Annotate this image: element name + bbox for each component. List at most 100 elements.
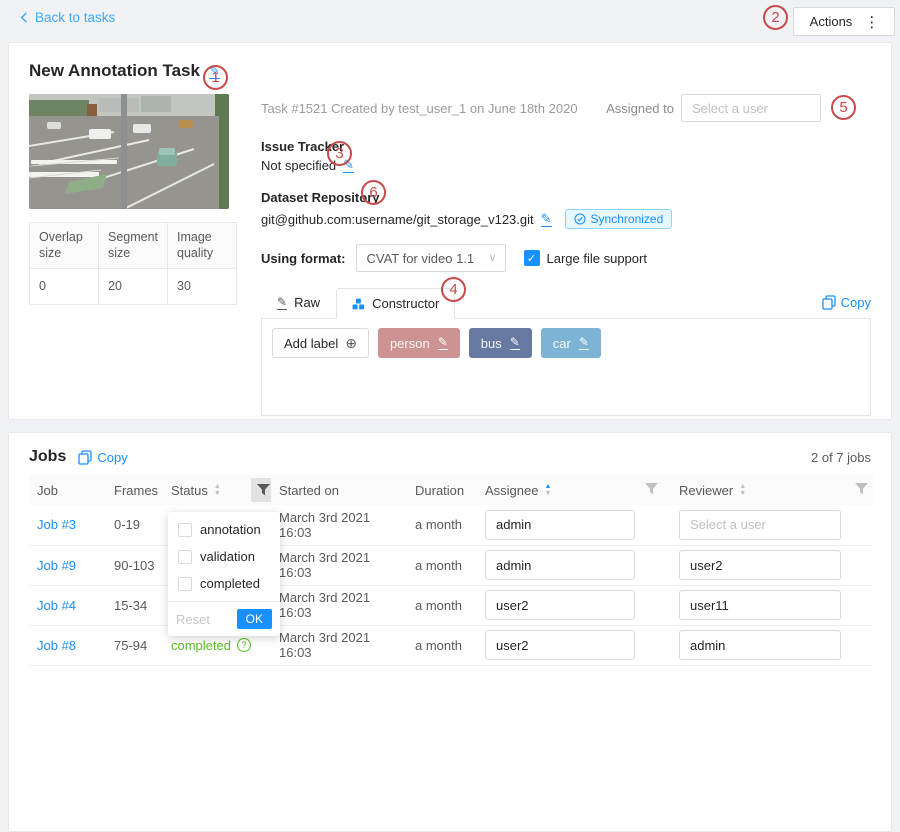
copy-icon	[822, 295, 836, 310]
checkbox[interactable]	[178, 577, 192, 591]
label-chip-car-name: car	[553, 336, 571, 351]
filter-reset-button[interactable]: Reset	[176, 612, 210, 627]
export-format-value: CVAT for video 1.1	[367, 251, 475, 266]
copy-jobs-label: Copy	[97, 450, 127, 465]
job-link[interactable]: Job #8	[37, 638, 76, 653]
job-link[interactable]: Job #4	[37, 598, 76, 613]
caret-down-icon: ▼	[214, 491, 221, 497]
duration-value: a month	[415, 517, 462, 532]
status-sort-control[interactable]: ▲ ▼	[214, 484, 221, 497]
assignee-input[interactable]	[485, 550, 635, 580]
status-badge: completed ?	[171, 638, 251, 653]
reviewer-input[interactable]	[679, 550, 841, 580]
plus-circle-icon: ⊕	[345, 335, 357, 352]
tab-raw-label: Raw	[294, 295, 320, 310]
jobs-heading: Jobs	[29, 448, 66, 466]
back-to-tasks-link[interactable]: Back to tasks	[18, 10, 115, 25]
export-format-select[interactable]: CVAT for video 1.1 ∨	[356, 244, 506, 272]
copy-jobs-button[interactable]: Copy	[78, 450, 127, 465]
back-link-label: Back to tasks	[35, 10, 115, 25]
callout-3: 3	[327, 141, 352, 166]
filter-option-annotation[interactable]: annotation	[168, 516, 280, 543]
tab-raw[interactable]: ✎ Raw	[261, 287, 336, 318]
edit-icon: ✎	[277, 296, 287, 310]
param-header-overlap: Overlap size	[30, 223, 99, 269]
jobs-table: Job Frames Status ▲ ▼ Sta	[29, 475, 873, 666]
column-header-status-filter	[243, 475, 271, 505]
edit-label-bus-icon[interactable]: ✎	[510, 336, 520, 350]
edit-repository-icon[interactable]: ✎	[541, 212, 552, 227]
labels-tabs: ✎ Raw Constructor Copy	[261, 286, 871, 319]
label-chip-bus-name: bus	[481, 336, 502, 351]
reviewer-sort-control[interactable]: ▲ ▼	[739, 484, 746, 497]
column-header-job: Job	[29, 475, 106, 505]
question-circle-icon: ?	[237, 638, 251, 652]
checkbox[interactable]	[178, 550, 192, 564]
large-file-support-checkbox[interactable]: ✓	[524, 250, 540, 266]
job-link[interactable]: Job #3	[37, 517, 76, 532]
duration-value: a month	[415, 558, 462, 573]
reviewer-input[interactable]	[679, 590, 841, 620]
duration-value: a month	[415, 638, 462, 653]
tab-constructor-label: Constructor	[372, 296, 439, 311]
column-header-assignee: Assignee ▲ ▼	[477, 475, 637, 505]
reviewer-input[interactable]	[679, 510, 841, 540]
copy-labels-button[interactable]: Copy	[822, 295, 871, 310]
task-meta-text: Task #1521 Created by test_user_1 on Jun…	[261, 101, 578, 116]
job-link[interactable]: Job #9	[37, 558, 76, 573]
dataset-repository-url[interactable]: git@github.com:username/git_storage_v123…	[261, 212, 534, 227]
assigned-to-label: Assigned to	[606, 101, 674, 116]
using-format-label: Using format:	[261, 251, 346, 266]
task-parameters-table: Overlap size Segment size Image quality …	[29, 222, 237, 305]
jobs-card: Jobs Copy 2 of 7 jobs Job Frames Status …	[8, 432, 892, 832]
checkbox[interactable]	[178, 523, 192, 537]
filter-funnel-icon[interactable]	[855, 483, 868, 495]
sync-badge-label: Synchronized	[591, 212, 664, 226]
param-header-segment: Segment size	[99, 223, 168, 269]
started-value: March 3rd 2021 16:03	[279, 630, 370, 660]
label-chip-person-name: person	[390, 336, 430, 351]
actions-button-label: Actions	[810, 14, 853, 29]
reviewer-input[interactable]	[679, 630, 841, 660]
filter-funnel-icon[interactable]	[645, 483, 658, 495]
issue-tracker-value: Not specified	[261, 158, 336, 173]
label-constructor-area: Add label ⊕ person ✎ bus ✎ car ✎	[261, 319, 871, 416]
dataset-repository-label: Dataset Repository	[261, 190, 871, 205]
issue-tracker-label: Issue Tracker	[261, 139, 871, 154]
edit-label-person-icon[interactable]: ✎	[438, 336, 448, 350]
table-row: Job #3 0-19 March 3rd 2021 16:03 a month	[29, 505, 873, 545]
assignee-sort-control[interactable]: ▲ ▼	[544, 484, 551, 497]
frames-value: 90-103	[114, 558, 154, 573]
column-header-assignee-filter	[637, 475, 671, 505]
assignee-input[interactable]	[485, 510, 635, 540]
frames-value: 0-19	[114, 517, 140, 532]
assignee-input[interactable]	[485, 590, 635, 620]
started-value: March 3rd 2021 16:03	[279, 510, 370, 540]
label-chip-bus: bus ✎	[469, 328, 532, 358]
assigned-to-input[interactable]	[681, 94, 821, 122]
filter-option-completed[interactable]: completed	[168, 570, 280, 597]
filter-option-validation[interactable]: validation	[168, 543, 280, 570]
table-row: Job #4 15-34 March 3rd 2021 16:03 a mont…	[29, 585, 873, 625]
check-icon: ✓	[527, 252, 536, 265]
table-row: Job #9 90-103 March 3rd 2021 16:03 a mon…	[29, 545, 873, 585]
more-icon: ⋮	[864, 13, 878, 31]
param-value-segment: 20	[99, 268, 168, 304]
assignee-input[interactable]	[485, 630, 635, 660]
column-header-reviewer-filter	[847, 475, 873, 505]
copy-labels-label: Copy	[841, 295, 871, 310]
tab-constructor[interactable]: Constructor	[336, 288, 455, 319]
frames-value: 75-94	[114, 638, 147, 653]
callout-5: 5	[831, 95, 856, 120]
actions-button[interactable]: Actions ⋮	[793, 7, 895, 36]
jobs-count: 2 of 7 jobs	[811, 450, 871, 465]
edit-label-car-icon[interactable]: ✎	[579, 336, 589, 350]
callout-4: 4	[441, 277, 466, 302]
started-value: March 3rd 2021 16:03	[279, 550, 370, 580]
param-value-quality: 30	[168, 268, 237, 304]
caret-up-icon: ▲	[739, 484, 746, 490]
filter-ok-button[interactable]: OK	[237, 609, 272, 629]
add-label-button[interactable]: Add label ⊕	[272, 328, 369, 358]
caret-down-icon: ▼	[739, 491, 746, 497]
param-header-quality: Image quality	[168, 223, 237, 269]
